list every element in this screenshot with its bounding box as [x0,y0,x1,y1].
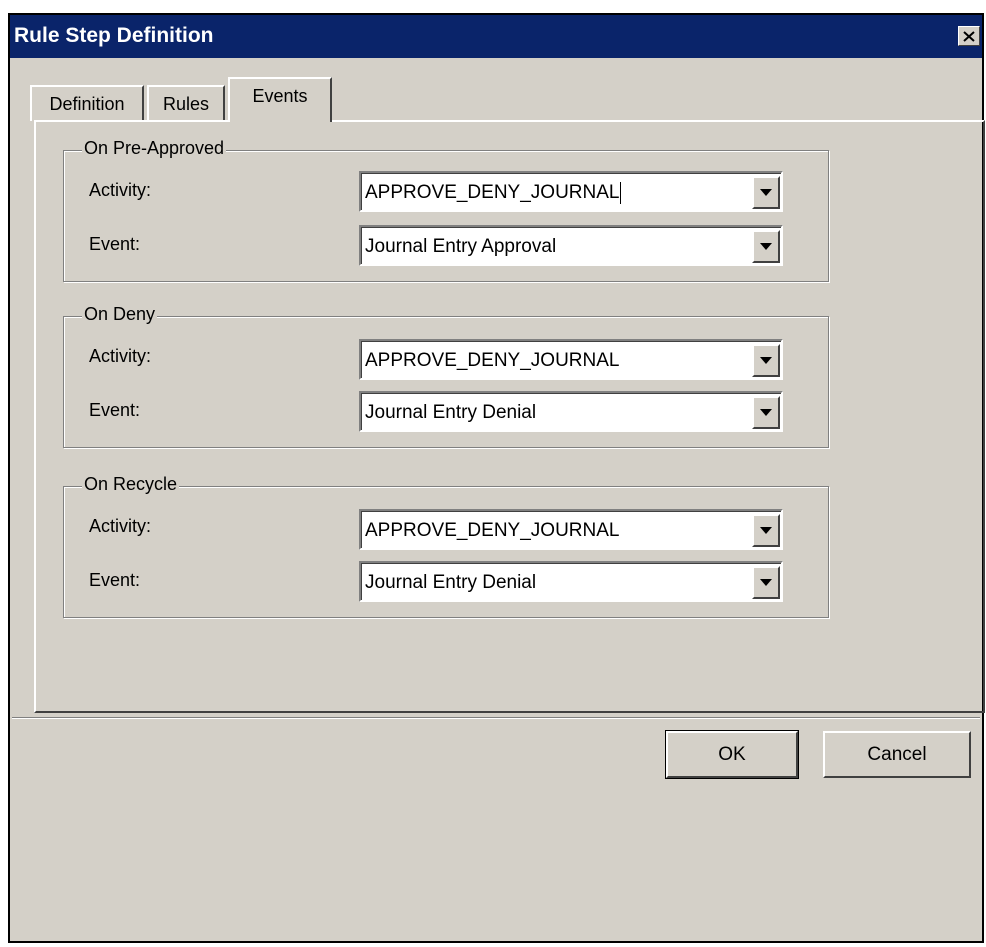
dropdown-button[interactable] [752,230,780,263]
tab-rules-label: Rules [162,93,210,114]
dropdown-button[interactable] [752,344,780,377]
tab-definition-label: Definition [49,93,125,114]
pre-approved-activity-select[interactable]: APPROVE_DENY_JOURNAL [359,171,783,212]
tab-events-label: Events [252,86,308,106]
title-bar[interactable]: Rule Step Definition [10,15,982,58]
tab-definition[interactable]: Definition [30,85,144,121]
event-label: Event: [89,234,141,254]
recycle-activity-select[interactable]: APPROVE_DENY_JOURNAL [359,509,783,550]
dropdown-button[interactable] [752,176,780,209]
dropdown-button[interactable] [752,514,780,547]
group-on-deny: On Deny Activity: APPROVE_DENY_JOURNAL E… [63,304,829,448]
close-button[interactable] [958,26,980,46]
dropdown-button[interactable] [752,566,780,599]
tab-events[interactable]: Events [228,77,332,122]
ok-button[interactable]: OK [665,730,799,779]
activity-label: Activity: [89,180,152,200]
deny-event-select[interactable]: Journal Entry Denial [359,391,783,432]
activity-label: Activity: [89,346,152,366]
window-title: Rule Step Definition [14,24,214,47]
event-label: Event: [89,570,141,590]
recycle-event-select[interactable]: Journal Entry Denial [359,561,783,602]
group-on-pre-approved: On Pre-Approved Activity: APPROVE_DENY_J… [63,138,829,282]
chevron-down-icon [760,409,772,416]
chevron-down-icon [760,243,772,250]
rule-step-definition-dialog: Rule Step Definition Definition Rules Ev… [8,13,985,943]
recycle-activity-value: APPROVE_DENY_JOURNAL [365,520,620,541]
activity-label: Activity: [89,516,152,536]
text-caret [620,182,622,204]
dropdown-button[interactable] [752,396,780,429]
chevron-down-icon [760,527,772,534]
group-legend: On Pre-Approved [82,138,227,159]
group-legend: On Deny [82,304,158,325]
tab-rules[interactable]: Rules [147,85,225,121]
deny-activity-value: APPROVE_DENY_JOURNAL [365,350,620,371]
button-row-divider [12,717,980,719]
chevron-down-icon [760,579,772,586]
chevron-down-icon [760,357,772,364]
deny-event-value: Journal Entry Denial [365,402,537,423]
group-legend: On Recycle [82,474,180,495]
recycle-event-value: Journal Entry Denial [365,572,537,593]
group-on-recycle: On Recycle Activity: APPROVE_DENY_JOURNA… [63,474,829,618]
chevron-down-icon [760,189,772,196]
cancel-button[interactable]: Cancel [823,731,971,778]
deny-activity-select[interactable]: APPROVE_DENY_JOURNAL [359,339,783,380]
pre-approved-event-select[interactable]: Journal Entry Approval [359,225,783,266]
pre-approved-event-value: Journal Entry Approval [365,236,557,257]
pre-approved-activity-value: APPROVE_DENY_JOURNAL [365,182,622,204]
event-label: Event: [89,400,141,420]
close-icon [963,30,975,42]
